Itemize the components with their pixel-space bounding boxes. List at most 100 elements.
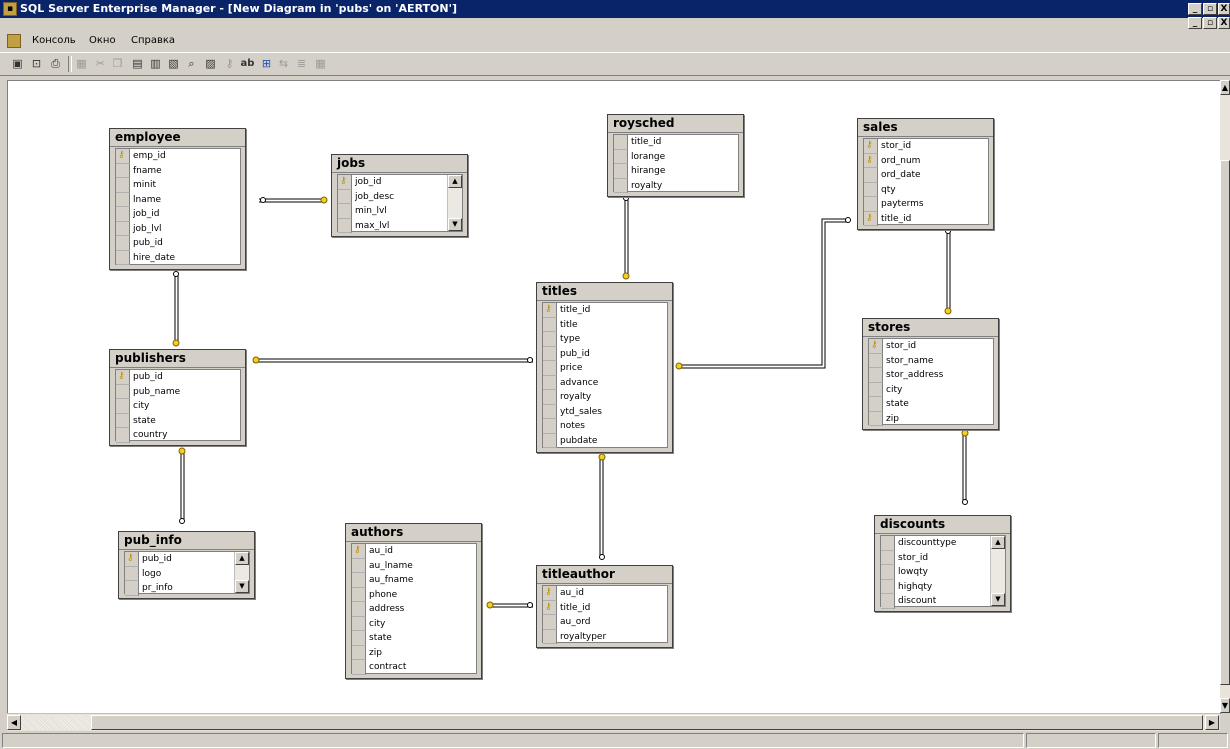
column-row[interactable]: ⚷ emp_id — [116, 149, 240, 164]
column-row[interactable]: price — [543, 361, 667, 376]
column-row[interactable]: ⚷ job_id — [338, 175, 447, 190]
indexes-icon[interactable]: ≣ — [294, 56, 309, 71]
row-selector[interactable] — [125, 581, 139, 596]
row-selector[interactable] — [864, 168, 878, 183]
row-selector[interactable] — [881, 594, 895, 609]
column-row[interactable]: qty — [864, 182, 988, 197]
column-row[interactable]: fname — [116, 163, 240, 178]
row-selector[interactable]: ⚷ — [338, 175, 352, 190]
paste-icon[interactable]: ▤ — [130, 56, 145, 71]
column-row[interactable]: stor_id — [881, 550, 990, 565]
row-selector[interactable] — [543, 629, 557, 644]
add-table-icon[interactable]: ▥ — [148, 56, 163, 71]
column-row[interactable]: hirange — [614, 164, 738, 179]
table-title[interactable]: stores — [863, 319, 998, 337]
menu-console[interactable]: Консоль — [32, 35, 76, 46]
scroll-right-icon[interactable]: ▶ — [1205, 715, 1219, 730]
row-selector[interactable] — [869, 397, 883, 412]
scroll-down-icon[interactable]: ▼ — [991, 593, 1005, 606]
column-row[interactable]: notes — [543, 419, 667, 434]
column-row[interactable]: job_id — [116, 207, 240, 222]
column-row[interactable]: lname — [116, 192, 240, 207]
table-titles[interactable]: titles ⚷ title_id title type pub_id price advan… — [536, 282, 673, 453]
column-row[interactable]: payterms — [864, 197, 988, 212]
row-selector[interactable] — [338, 189, 352, 204]
column-row[interactable]: lowqty — [881, 565, 990, 580]
column-row[interactable]: job_lvl — [116, 221, 240, 236]
table-title[interactable]: discounts — [875, 516, 1010, 534]
child-minimize-button[interactable]: _ — [1188, 17, 1202, 29]
table-title[interactable]: titles — [537, 283, 672, 301]
save-icon[interactable]: ▣ — [10, 56, 25, 71]
row-selector[interactable] — [864, 197, 878, 212]
table-scrollbar[interactable]: ▲ ▼ — [990, 536, 1005, 606]
text-annotation-icon[interactable]: ab — [240, 56, 255, 71]
column-row[interactable]: au_lname — [352, 558, 476, 573]
table-roysched[interactable]: roysched title_id lorange hirange royalty — [607, 114, 744, 197]
row-selector[interactable] — [352, 660, 366, 675]
row-selector[interactable] — [869, 368, 883, 383]
table-scrollbar[interactable]: ▲ ▼ — [234, 552, 249, 593]
column-row[interactable]: type — [543, 332, 667, 347]
table-titleauthor[interactable]: titleauthor ⚷ au_id ⚷ title_id au_ord royaltyp… — [536, 565, 673, 648]
column-row[interactable]: ytd_sales — [543, 404, 667, 419]
table-employee[interactable]: employee ⚷ emp_id fname minit lname job_id job_… — [109, 128, 246, 270]
row-selector[interactable] — [352, 631, 366, 646]
column-row[interactable]: pubdate — [543, 433, 667, 448]
column-row[interactable]: royaltyper — [543, 629, 667, 644]
column-row[interactable]: logo — [125, 566, 234, 581]
table-title[interactable]: employee — [110, 129, 245, 147]
row-selector[interactable] — [338, 218, 352, 233]
column-row[interactable]: ⚷ pub_id — [116, 370, 240, 385]
table-scrollbar[interactable]: ▲ ▼ — [447, 175, 462, 231]
column-row[interactable]: job_desc — [338, 189, 447, 204]
row-selector[interactable] — [116, 221, 130, 236]
row-selector[interactable] — [881, 550, 895, 565]
cut-icon[interactable]: ✂ — [93, 56, 108, 71]
print-icon[interactable]: ⎙ — [48, 56, 63, 71]
grid-icon[interactable]: ▦ — [313, 56, 328, 71]
column-row[interactable]: minit — [116, 178, 240, 193]
minimize-button[interactable]: _ — [1188, 3, 1202, 15]
add-related-icon[interactable]: ▧ — [166, 56, 181, 71]
column-row[interactable]: ⚷ au_id — [543, 586, 667, 601]
row-selector[interactable] — [881, 536, 895, 551]
column-row[interactable]: au_fname — [352, 573, 476, 588]
row-selector[interactable]: ⚷ — [125, 552, 139, 567]
row-selector[interactable] — [864, 182, 878, 197]
column-row[interactable]: lorange — [614, 149, 738, 164]
child-close-button[interactable]: X — [1218, 17, 1230, 29]
copy-icon[interactable]: ❐ — [110, 56, 125, 71]
row-selector[interactable] — [116, 384, 130, 399]
row-selector[interactable]: ⚷ — [116, 370, 130, 385]
maximize-button[interactable]: ▫ — [1203, 3, 1217, 15]
column-row[interactable]: ⚷ title_id — [864, 211, 988, 226]
row-selector[interactable]: ⚷ — [543, 600, 557, 615]
row-selector[interactable] — [352, 587, 366, 602]
table-stores[interactable]: stores ⚷ stor_id stor_name stor_address city s… — [862, 318, 999, 430]
row-selector[interactable]: ⚷ — [543, 303, 557, 318]
row-selector[interactable] — [543, 375, 557, 390]
row-selector[interactable] — [614, 178, 628, 193]
column-row[interactable]: ⚷ ord_num — [864, 153, 988, 168]
table-title[interactable]: publishers — [110, 350, 245, 368]
table-title[interactable]: roysched — [608, 115, 743, 133]
column-row[interactable]: address — [352, 602, 476, 617]
row-selector[interactable]: ⚷ — [543, 586, 557, 601]
row-selector[interactable]: ⚷ — [864, 153, 878, 168]
row-selector[interactable] — [543, 317, 557, 332]
column-row[interactable]: ⚷ stor_id — [864, 139, 988, 154]
row-selector[interactable]: ⚷ — [864, 139, 878, 154]
row-selector[interactable] — [116, 399, 130, 414]
row-selector[interactable] — [614, 164, 628, 179]
row-selector[interactable] — [116, 428, 130, 443]
column-row[interactable]: zip — [869, 411, 993, 426]
scroll-up-icon[interactable]: ▲ — [448, 175, 462, 188]
row-selector[interactable]: ⚷ — [864, 211, 878, 226]
column-row[interactable]: royalty — [614, 178, 738, 193]
scroll-down-icon[interactable]: ▼ — [1220, 698, 1230, 713]
column-row[interactable]: pr_info — [125, 581, 234, 596]
row-selector[interactable] — [116, 236, 130, 251]
relationship-icon[interactable]: ⇆ — [276, 56, 291, 71]
column-row[interactable]: state — [869, 397, 993, 412]
